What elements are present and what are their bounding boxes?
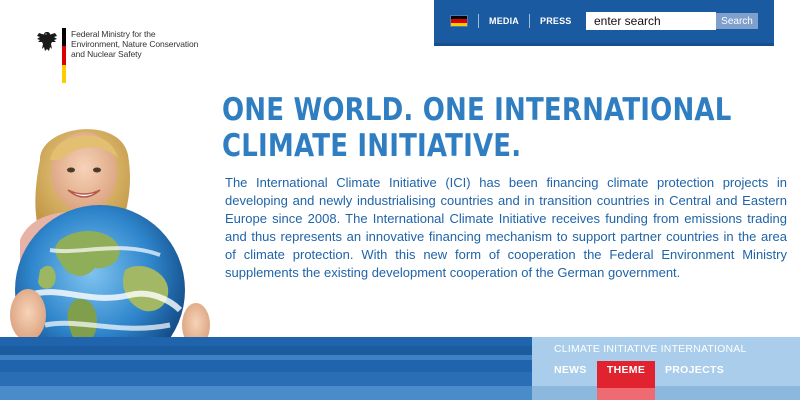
bottom-band-stripe — [0, 386, 532, 400]
ministry-name-line: Federal Ministry for the — [71, 29, 156, 39]
ministry-name-line: Environment, Nature Conservation — [71, 39, 199, 49]
top-navigation-bar: MEDIA PRESS Search — [434, 0, 774, 46]
nav-item-theme[interactable]: THEME — [597, 361, 655, 400]
page-title: ONE WORLD. ONE INTERNATIONAL CLIMATE INI… — [222, 92, 732, 164]
separator — [478, 14, 479, 28]
media-link[interactable]: MEDIA — [489, 16, 519, 26]
nav-item-projects[interactable]: PROJECTS — [665, 364, 724, 376]
bottom-nav-title[interactable]: CLIMATE INITIATIVE INTERNATIONAL — [554, 343, 747, 355]
nav-item-news[interactable]: NEWS — [554, 364, 587, 376]
separator — [529, 14, 530, 28]
girl-holding-globe-image — [0, 120, 220, 350]
page-title-line: CLIMATE INITIATIVE. — [222, 128, 522, 164]
intro-paragraph: The International Climate Initiative (IC… — [225, 175, 787, 280]
press-link[interactable]: PRESS — [540, 16, 572, 26]
bottom-band-stripe — [0, 346, 532, 355]
page-title-line: ONE WORLD. ONE INTERNATIONAL — [222, 92, 732, 128]
ministry-name-line: and Nuclear Safety — [71, 49, 142, 59]
bottom-nav-stripe — [532, 386, 800, 400]
federal-eagle-icon — [37, 32, 57, 51]
ministry-logo[interactable]: Federal Ministry for the Environment, Na… — [36, 28, 226, 88]
search-button[interactable]: Search — [716, 13, 758, 29]
german-flag-bar — [62, 28, 66, 83]
german-flag-icon[interactable] — [450, 15, 468, 27]
search-input[interactable] — [586, 12, 716, 30]
bottom-band-stripe — [0, 355, 532, 360]
nav-item-label: THEME — [606, 364, 646, 376]
ministry-name: Federal Ministry for the Environment, Na… — [71, 29, 231, 59]
